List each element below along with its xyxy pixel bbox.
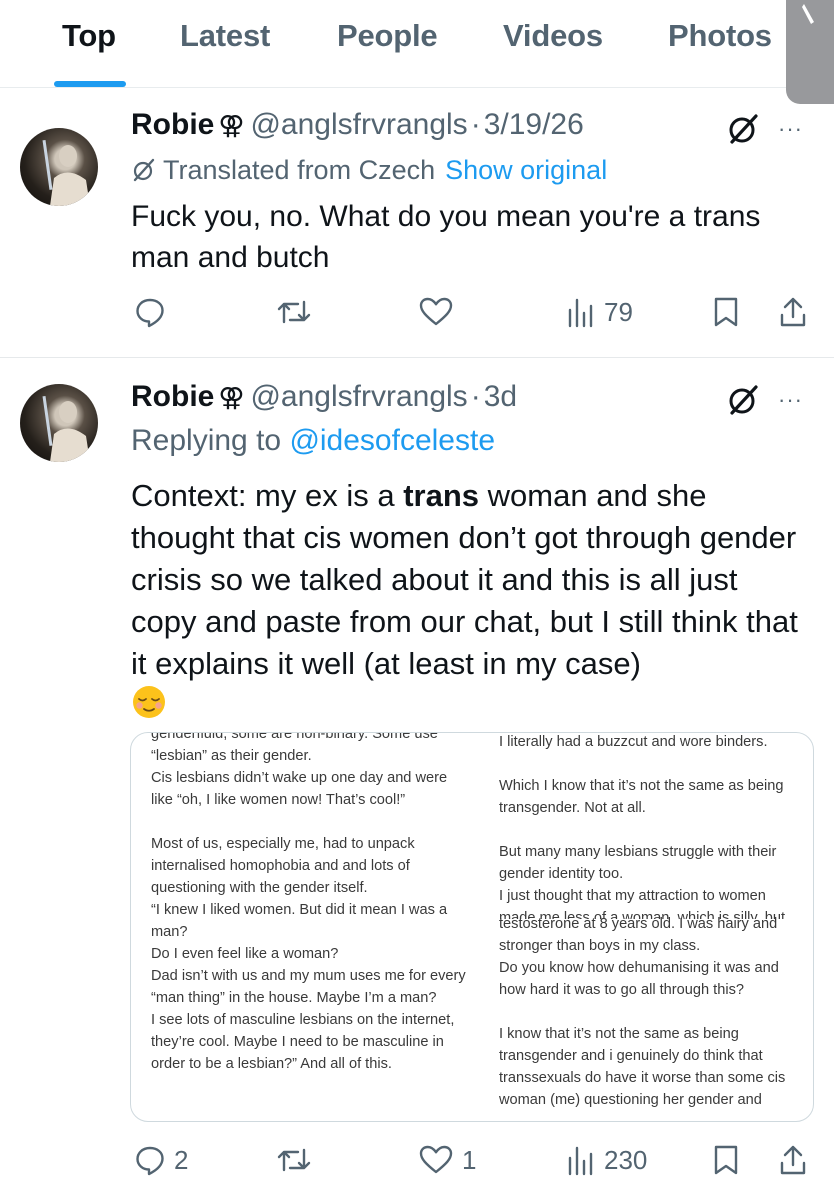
tweet-header: Robie ⚢ @anglsfrvrangls · 3d [131, 380, 517, 414]
tweet-text: Fuck you, no. What do you mean you're a … [131, 200, 761, 274]
like-count: 1 [462, 1144, 477, 1175]
chat-line: “I knew I liked women. But did it mean I… [151, 902, 448, 940]
tab-photos[interactable]: Photos [668, 18, 772, 54]
translation-notice: Translated from Czech Show original [131, 155, 607, 186]
tweet-actions: 2 1 230 [0, 1142, 834, 1178]
chat-column-right: I literally had a buzzcut and wore binde… [499, 733, 799, 1117]
attached-screenshot[interactable]: genderfluid, some are non-binary. Some u… [130, 732, 814, 1122]
reply-count: 2 [174, 1144, 189, 1175]
grok-translate-icon [133, 158, 155, 182]
chat-line: But many many lesbians struggle with the… [499, 844, 777, 882]
tweet-actions: 79 [0, 294, 834, 330]
reply-icon [136, 1146, 164, 1176]
reply-button[interactable] [134, 294, 174, 330]
chat-line [499, 819, 799, 841]
grok-icon[interactable] [726, 383, 760, 417]
separator: · [470, 380, 481, 413]
chat-line: testosterone at 8 years old. I was hairy… [499, 916, 778, 954]
scroll-handle[interactable] [786, 0, 834, 104]
bookmark-icon [714, 1145, 738, 1175]
author-name[interactable]: Robie [131, 380, 214, 413]
more-options-button[interactable]: ··· [778, 116, 803, 142]
repost-button[interactable] [276, 294, 320, 330]
tweet-header: Robie ⚢ @anglsfrvrangls · 3/19/26 [131, 108, 584, 142]
replying-to-handle[interactable]: @idesofceleste [289, 424, 495, 457]
share-button[interactable] [778, 1142, 808, 1178]
grok-icon[interactable] [726, 112, 760, 146]
tab-latest[interactable]: Latest [180, 18, 270, 54]
author-name[interactable]: Robie [131, 108, 214, 141]
heart-icon [419, 297, 453, 326]
view-count: 230 [604, 1144, 648, 1175]
chat-line: “lesbian” as their gender. [151, 748, 312, 764]
chat-line: I see lots of masculine lesbians on the … [151, 1012, 455, 1072]
chat-column-left: genderfluid, some are non-binary. Some u… [151, 732, 471, 1075]
avatar-portrait-icon [42, 395, 90, 462]
more-options-button[interactable]: ··· [778, 387, 803, 413]
avatar[interactable] [20, 384, 98, 462]
translated-label: Translated from Czech [163, 155, 436, 185]
relieved-face-icon [133, 686, 165, 718]
separator: · [470, 108, 481, 141]
chat-line: Dad isn’t with us and my mum uses me for… [151, 968, 466, 1006]
chat-line: I know that it’s not the same as being t… [499, 1026, 786, 1108]
heart-icon [419, 1145, 453, 1174]
replying-label: Replying to [131, 424, 282, 457]
view-count: 79 [604, 296, 633, 327]
bookmark-button[interactable] [712, 294, 740, 330]
chat-line: genderfluid, some are non-binary. Some u… [151, 732, 438, 742]
author-handle[interactable]: @anglsfrvrangls [250, 380, 467, 413]
repost-icon [277, 1148, 311, 1172]
chat-screenshot-top: I literally had a buzzcut and wore binde… [499, 733, 799, 919]
reply-button[interactable]: 2 [134, 1142, 188, 1178]
chat-line: Which I know that it’s not the same as b… [499, 778, 784, 816]
views-button[interactable]: 79 [566, 294, 633, 330]
active-tab-indicator [54, 81, 126, 87]
share-icon [780, 297, 806, 327]
lesbian-symbol-icon: ⚢ [218, 382, 245, 412]
chat-line: Do I even feel like a woman? [151, 946, 339, 962]
tab-videos[interactable]: Videos [503, 18, 603, 54]
replying-to: Replying to @idesofceleste [131, 424, 495, 458]
chat-line: I literally had a buzzcut and wore binde… [499, 734, 768, 750]
share-icon [780, 1145, 806, 1175]
pen-icon [802, 4, 814, 24]
tweet-text-bold: trans [403, 478, 480, 513]
like-button[interactable]: 1 [418, 1142, 476, 1178]
tab-top[interactable]: Top [62, 18, 116, 54]
views-icon [568, 298, 593, 328]
show-original-link[interactable]: Show original [445, 155, 607, 185]
views-icon [568, 1146, 593, 1176]
chat-line: Cis lesbians didn’t wake up one day and … [151, 770, 448, 808]
bookmark-button[interactable] [712, 1142, 740, 1178]
chat-line [499, 1001, 799, 1023]
timestamp[interactable]: 3d [484, 380, 517, 413]
chat-line: Do you know how dehumanising it was and … [499, 960, 779, 998]
like-button[interactable] [418, 294, 462, 330]
author-handle[interactable]: @anglsfrvrangls [250, 108, 467, 141]
repost-button[interactable] [276, 1142, 320, 1178]
timestamp[interactable]: 3/19/26 [484, 108, 584, 141]
avatar[interactable] [20, 128, 98, 206]
chat-line: Most of us, especially me, had to unpack… [151, 836, 415, 896]
tab-people[interactable]: People [337, 18, 438, 54]
search-tabs: Top Latest People Videos Photos [0, 0, 834, 88]
reply-icon [136, 298, 164, 328]
lesbian-symbol-icon: ⚢ [218, 110, 245, 140]
avatar-portrait-icon [42, 139, 90, 206]
share-button[interactable] [778, 294, 808, 330]
repost-icon [277, 300, 311, 324]
views-button[interactable]: 230 [566, 1142, 647, 1178]
chat-screenshot-bottom: testosterone at 8 years old. I was hairy… [499, 913, 799, 1117]
chat-line [151, 811, 471, 833]
tweet-divider [0, 357, 834, 358]
tweet-text-part: Context: my ex is a [131, 478, 404, 513]
tweet-text: Context: my ex is a trans woman and she … [131, 475, 811, 685]
chat-line [499, 753, 799, 775]
bookmark-icon [714, 297, 738, 327]
